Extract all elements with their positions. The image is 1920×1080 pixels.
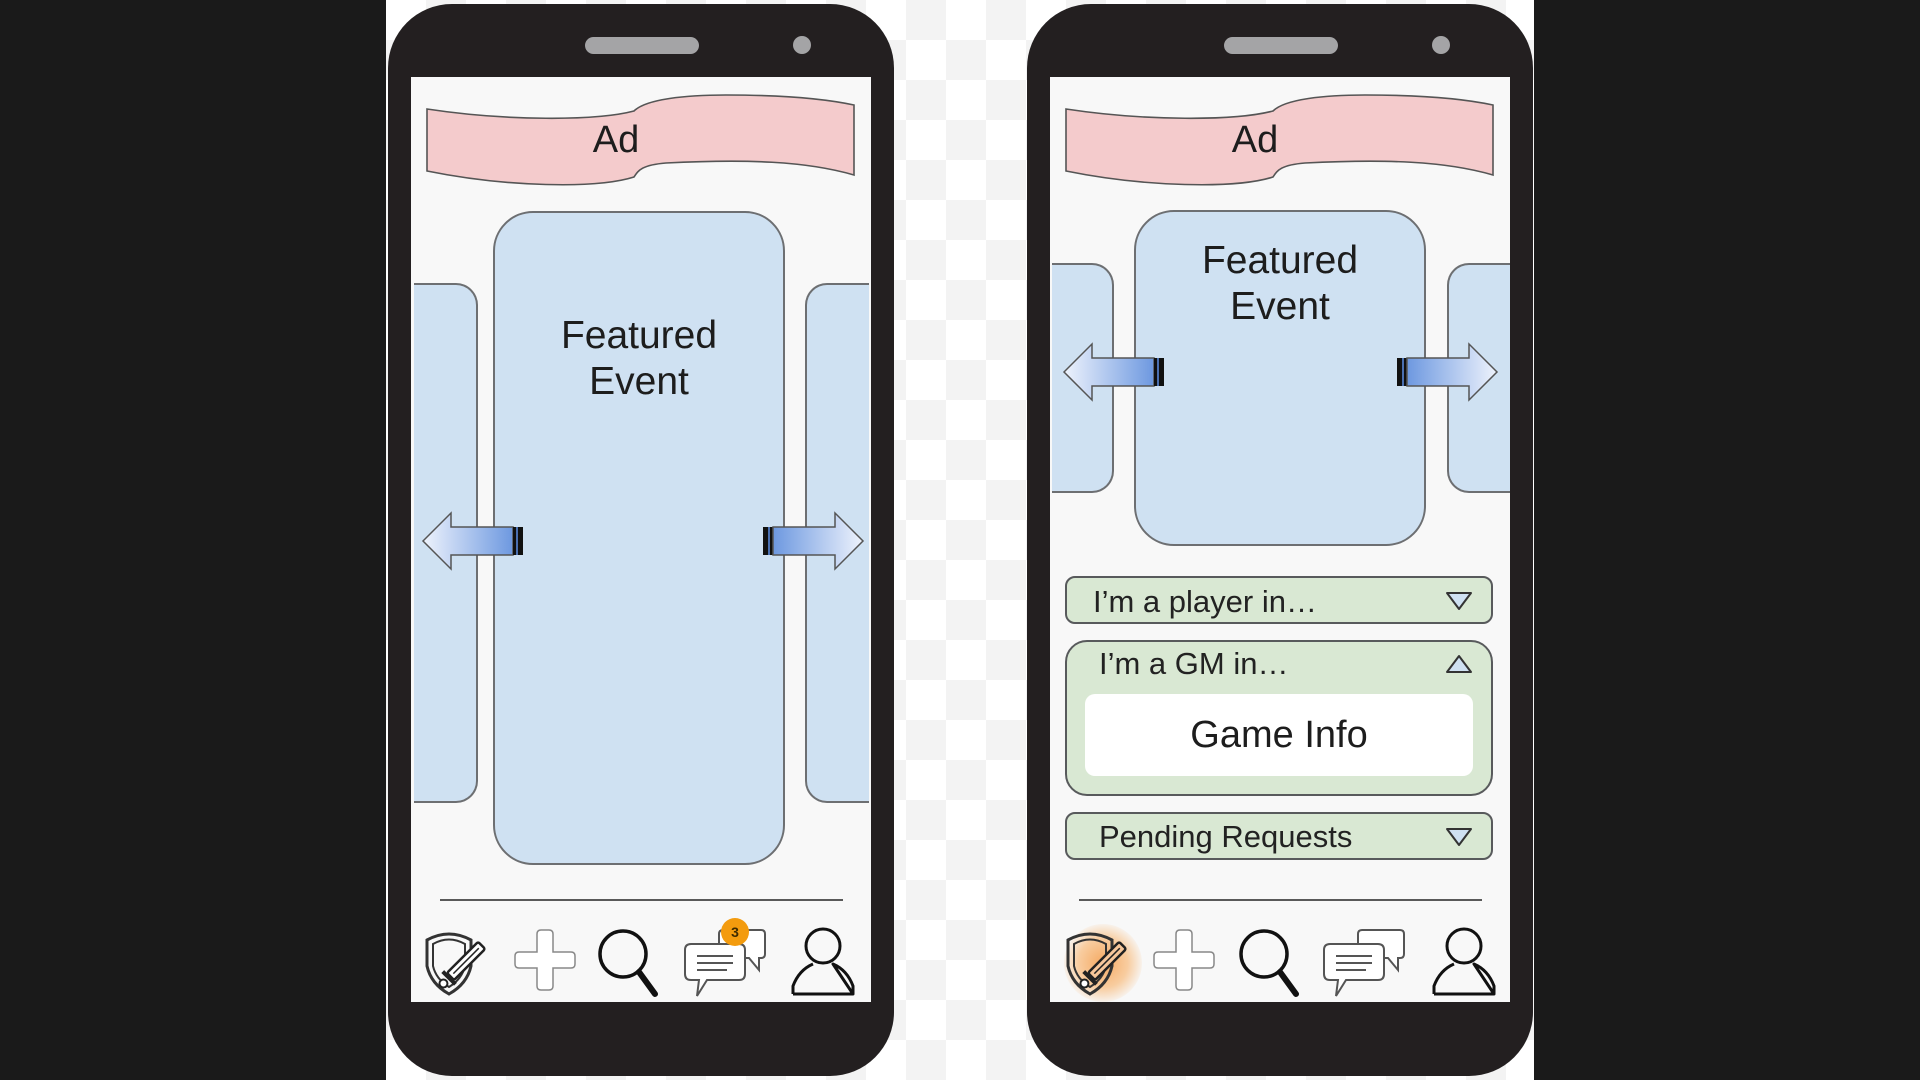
nav-profile[interactable] xyxy=(1424,922,1504,1002)
section-player-in[interactable]: I’m a player in… xyxy=(1065,576,1493,624)
section-pending-requests[interactable]: Pending Requests xyxy=(1065,812,1493,860)
nav-divider xyxy=(1079,899,1482,901)
nav-home[interactable] xyxy=(1058,922,1142,1002)
featured-title-line1: Featured xyxy=(560,314,718,357)
arrow-right-icon[interactable] xyxy=(761,511,865,571)
ad-label: Ad xyxy=(592,119,640,161)
shield-sword-icon xyxy=(1066,932,1127,996)
phone-screen: Ad Featured Event xyxy=(1050,77,1510,1002)
featured-title-line2: Event xyxy=(589,360,689,403)
nav-messages[interactable] xyxy=(1322,922,1412,1002)
phone-mockup-expanded: Ad Featured Event I’m a player in… I’m a… xyxy=(1027,4,1533,1076)
featured-title-line1: Featured xyxy=(1201,239,1359,282)
plus-icon xyxy=(514,929,576,991)
phone-camera xyxy=(793,36,811,54)
section-pending-requests-label: Pending Requests xyxy=(1099,819,1353,854)
triangle-down-icon[interactable] xyxy=(1445,590,1473,612)
featured-event-card[interactable]: Featured Event xyxy=(1134,210,1426,546)
nav-create[interactable] xyxy=(1144,922,1224,1002)
section-gm-in[interactable]: I’m a GM in… Game Info xyxy=(1065,640,1493,796)
bottom-nav xyxy=(1050,922,1510,1002)
ad-banner[interactable]: Ad xyxy=(1065,91,1494,195)
user-icon xyxy=(791,927,855,996)
nav-messages[interactable]: 3 xyxy=(683,918,773,1002)
triangle-up-icon[interactable] xyxy=(1445,653,1473,675)
search-icon xyxy=(1239,929,1299,997)
phone-camera xyxy=(1432,36,1450,54)
arrow-left-icon[interactable] xyxy=(1062,342,1166,402)
featured-event-title: Featured Event xyxy=(1136,238,1424,330)
featured-event-card[interactable]: Featured Event xyxy=(493,211,785,865)
plus-icon xyxy=(1153,929,1215,991)
search-icon xyxy=(598,929,658,997)
featured-title-line2: Event xyxy=(1230,285,1330,328)
arrow-right-icon[interactable] xyxy=(1395,342,1499,402)
nav-create[interactable] xyxy=(505,922,585,1002)
ad-banner[interactable]: Ad xyxy=(426,91,855,195)
triangle-down-icon[interactable] xyxy=(1445,826,1473,848)
game-info-item[interactable]: Game Info xyxy=(1085,694,1473,776)
arrow-left-icon[interactable] xyxy=(421,511,525,571)
nav-divider xyxy=(440,899,843,901)
nav-profile[interactable] xyxy=(783,922,863,1002)
section-player-in-label: I’m a player in… xyxy=(1093,584,1317,619)
chat-bubbles-icon xyxy=(1323,929,1405,997)
nav-home[interactable] xyxy=(419,922,499,1002)
nav-search[interactable] xyxy=(591,922,671,1002)
phone-speaker xyxy=(585,37,699,54)
ad-label: Ad xyxy=(1231,119,1279,161)
featured-event-title: Featured Event xyxy=(495,313,783,405)
phone-mockup-collapsed: Ad Featured Event 3 xyxy=(388,4,894,1076)
phone-speaker xyxy=(1224,37,1338,54)
phone-screen: Ad Featured Event xyxy=(411,77,871,1002)
bottom-nav: 3 xyxy=(411,918,871,1002)
user-icon xyxy=(1432,927,1496,996)
shield-sword-icon xyxy=(425,932,486,996)
nav-search[interactable] xyxy=(1232,922,1312,1002)
messages-badge: 3 xyxy=(721,918,749,946)
section-gm-in-label: I’m a GM in… xyxy=(1099,646,1289,681)
